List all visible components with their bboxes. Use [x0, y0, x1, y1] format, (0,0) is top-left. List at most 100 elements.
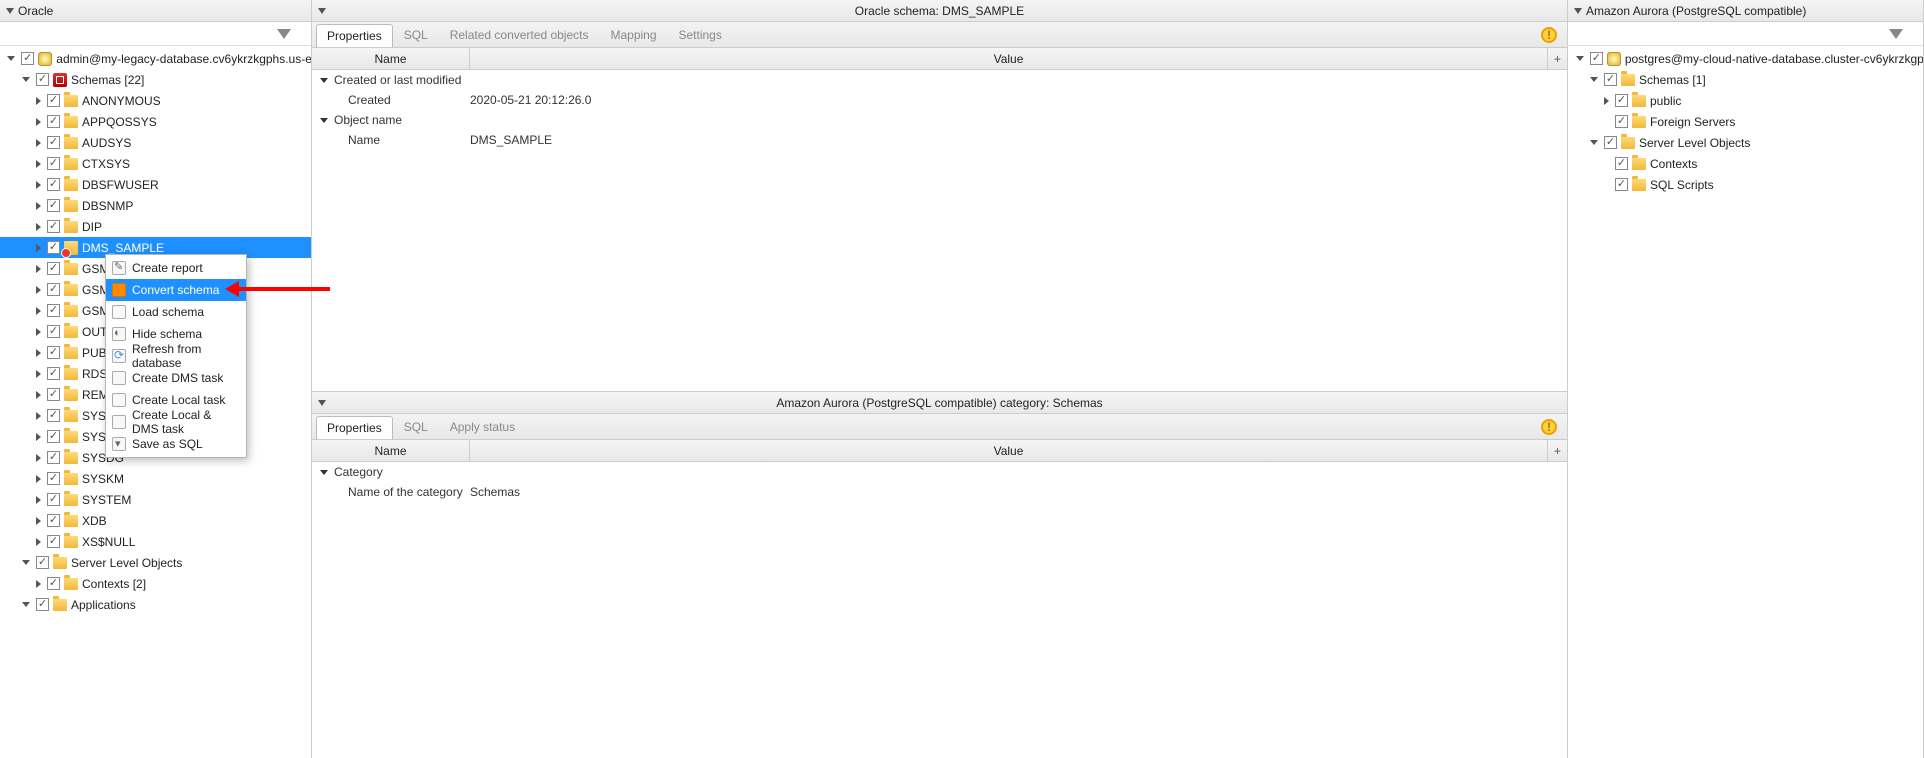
checkbox[interactable]	[47, 409, 60, 422]
checkbox[interactable]	[1615, 94, 1628, 107]
schema-audsys[interactable]: AUDSYS	[0, 132, 311, 153]
prop-group[interactable]: Object name	[312, 110, 1567, 130]
sql-scripts[interactable]: SQL Scripts	[1568, 174, 1923, 195]
checkbox[interactable]	[47, 220, 60, 233]
center-bottom-title: Amazon Aurora (PostgreSQL compatible) ca…	[776, 396, 1102, 410]
foreign-servers[interactable]: Foreign Servers	[1568, 111, 1923, 132]
checkbox[interactable]	[21, 52, 34, 65]
add-column-button[interactable]: +	[1547, 48, 1567, 69]
schema-dbsnmp[interactable]: DBSNMP	[0, 195, 311, 216]
source-panel-header[interactable]: Oracle	[0, 0, 311, 22]
prop-value: Schemas	[470, 485, 1567, 499]
checkbox[interactable]	[47, 262, 60, 275]
checkbox[interactable]	[47, 535, 60, 548]
checkbox[interactable]	[36, 73, 49, 86]
target-panel-title: Amazon Aurora (PostgreSQL compatible)	[1586, 4, 1806, 18]
tab-mapping[interactable]: Mapping	[599, 23, 667, 46]
schema-xdb[interactable]: XDB	[0, 510, 311, 531]
checkbox[interactable]	[47, 115, 60, 128]
prop-group[interactable]: Category	[312, 462, 1567, 482]
checkbox[interactable]	[47, 472, 60, 485]
prop-key: Name	[312, 133, 470, 147]
col-value[interactable]: Value	[470, 440, 1547, 461]
warning-icon[interactable]: !	[1541, 419, 1557, 435]
col-value[interactable]: Value	[470, 48, 1547, 69]
target-db-root[interactable]: postgres@my-cloud-native-database.cluste…	[1568, 48, 1923, 69]
tab-sql[interactable]: SQL	[393, 23, 439, 46]
contexts-node[interactable]: Contexts	[1568, 153, 1923, 174]
folder-icon	[53, 599, 67, 611]
checkbox[interactable]	[1590, 52, 1603, 65]
tab-properties[interactable]: Properties	[316, 416, 393, 439]
schemas-node[interactable]: Schemas [22]	[0, 69, 311, 90]
checkbox[interactable]	[47, 451, 60, 464]
col-name[interactable]: Name	[312, 440, 470, 461]
checkbox[interactable]	[47, 325, 60, 338]
ctx-create-local---dms-task[interactable]: Create Local & DMS task	[106, 411, 246, 433]
schemas-node[interactable]: Schemas [1]	[1568, 69, 1923, 90]
schema-appqossys[interactable]: APPQOSSYS	[0, 111, 311, 132]
checkbox[interactable]	[47, 304, 60, 317]
checkbox[interactable]	[47, 241, 60, 254]
checkbox[interactable]	[47, 199, 60, 212]
folder-icon	[64, 452, 78, 464]
checkbox[interactable]	[47, 430, 60, 443]
ctx-refresh-from-database[interactable]: Refresh from database	[106, 345, 246, 367]
filter-icon[interactable]	[1889, 29, 1903, 39]
checkbox[interactable]	[1615, 178, 1628, 191]
schema-system[interactable]: SYSTEM	[0, 489, 311, 510]
tree-item-label: DIP	[82, 220, 102, 234]
schema-anonymous[interactable]: ANONYMOUS	[0, 90, 311, 111]
checkbox[interactable]	[47, 514, 60, 527]
ctx-create-dms-task[interactable]: Create DMS task	[106, 367, 246, 389]
schema-syskm[interactable]: SYSKM	[0, 468, 311, 489]
checkbox[interactable]	[47, 94, 60, 107]
applications-node[interactable]: Applications	[0, 594, 311, 615]
warning-icon[interactable]: !	[1541, 27, 1557, 43]
target-panel-header[interactable]: Amazon Aurora (PostgreSQL compatible)	[1568, 0, 1923, 22]
add-column-button[interactable]: +	[1547, 440, 1567, 461]
tab-related-converted-objects[interactable]: Related converted objects	[439, 23, 600, 46]
checkbox[interactable]	[47, 346, 60, 359]
center-top-header[interactable]: Oracle schema: DMS_SAMPLE	[312, 0, 1567, 22]
schema-dbsfwuser[interactable]: DBSFWUSER	[0, 174, 311, 195]
checkbox[interactable]	[47, 136, 60, 149]
checkbox[interactable]	[47, 178, 60, 191]
checkbox[interactable]	[47, 157, 60, 170]
checkbox[interactable]	[1604, 73, 1617, 86]
schema-ctxsys[interactable]: CTXSYS	[0, 153, 311, 174]
checkbox[interactable]	[36, 556, 49, 569]
chevron-right-icon	[36, 307, 41, 315]
chevron-right-icon	[36, 496, 41, 504]
checkbox[interactable]	[1615, 157, 1628, 170]
server-level-objects[interactable]: Server Level Objects	[0, 552, 311, 573]
ctx-save-as-sql[interactable]: Save as SQL	[106, 433, 246, 455]
checkbox[interactable]	[47, 388, 60, 401]
checkbox[interactable]	[1604, 136, 1617, 149]
checkbox[interactable]	[47, 283, 60, 296]
tab-apply-status[interactable]: Apply status	[439, 415, 526, 438]
col-name[interactable]: Name	[312, 48, 470, 69]
schema-xs$null[interactable]: XS$NULL	[0, 531, 311, 552]
checkbox[interactable]	[47, 367, 60, 380]
ctx-load-schema[interactable]: Load schema	[106, 301, 246, 323]
ctx-create-report[interactable]: Create report	[106, 257, 246, 279]
server-level-objects[interactable]: Server Level Objects	[1568, 132, 1923, 153]
center-bottom-grid-head: Name Value +	[312, 440, 1567, 462]
checkbox[interactable]	[47, 493, 60, 506]
filter-icon[interactable]	[277, 29, 291, 39]
contexts-node[interactable]: Contexts [2]	[0, 573, 311, 594]
checkbox[interactable]	[1615, 115, 1628, 128]
tree-item-label: Server Level Objects	[1639, 136, 1750, 150]
center-bottom-header[interactable]: Amazon Aurora (PostgreSQL compatible) ca…	[312, 392, 1567, 414]
source-db-root[interactable]: admin@my-legacy-database.cv6ykrzkgphs.us…	[0, 48, 311, 69]
tab-properties[interactable]: Properties	[316, 24, 393, 47]
database-icon	[38, 52, 52, 66]
tab-sql[interactable]: SQL	[393, 415, 439, 438]
tab-settings[interactable]: Settings	[668, 23, 733, 46]
checkbox[interactable]	[47, 577, 60, 590]
checkbox[interactable]	[36, 598, 49, 611]
schema-dip[interactable]: DIP	[0, 216, 311, 237]
schema-public[interactable]: public	[1568, 90, 1923, 111]
prop-group[interactable]: Created or last modified	[312, 70, 1567, 90]
